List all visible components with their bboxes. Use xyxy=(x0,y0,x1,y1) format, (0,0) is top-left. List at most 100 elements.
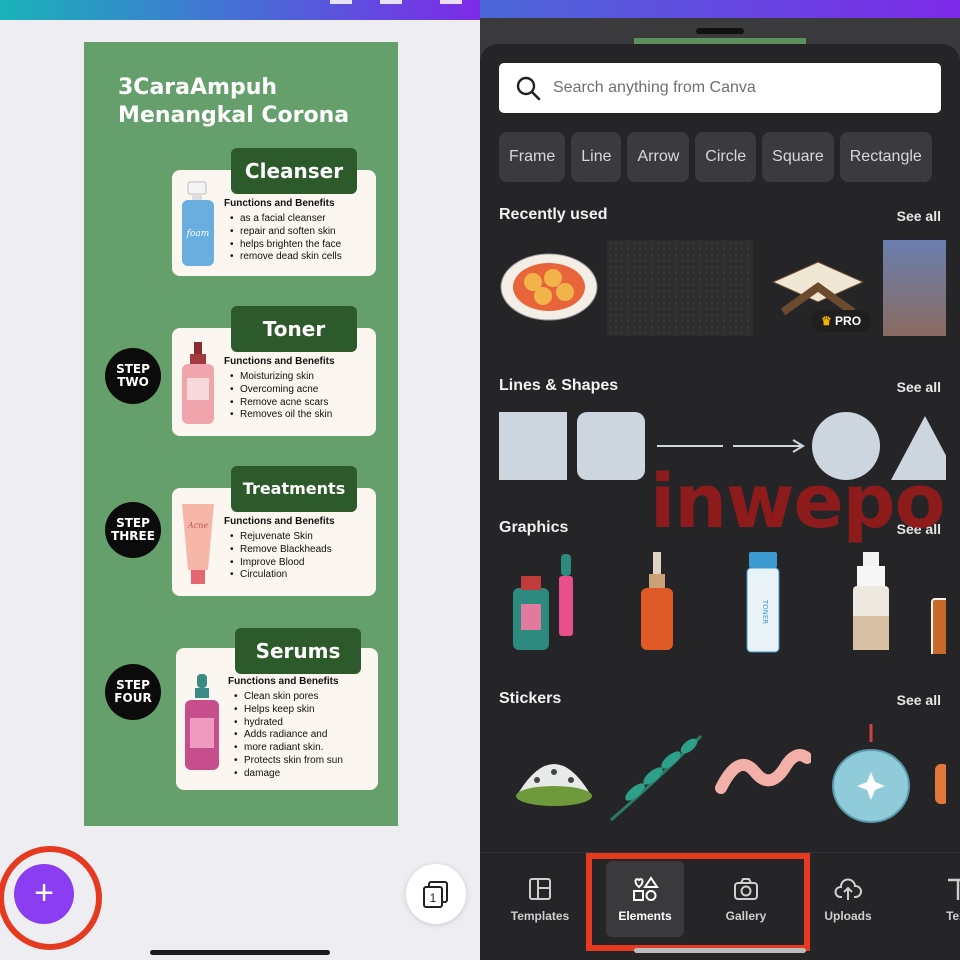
chip-frame[interactable]: Frame xyxy=(499,132,566,182)
benefit-item: Overcoming acne xyxy=(230,384,380,397)
undo-icon[interactable] xyxy=(330,0,352,4)
search-input[interactable]: Search anything from Canva xyxy=(499,63,941,113)
orange-dropper-bottle-graphic[interactable] xyxy=(637,550,677,654)
bottom-nav: Templates Elements Gallery Uploads Te xyxy=(480,852,960,960)
graphics-row: TONER xyxy=(499,550,946,654)
benefit-item: remove dead skin cells xyxy=(230,251,380,264)
top-app-bar xyxy=(480,0,960,18)
benefit-item: Rejuvenate Skin xyxy=(230,531,380,544)
functions-benefits-label: Functions and Benefits xyxy=(228,676,339,687)
toner-bottle-graphic[interactable]: TONER xyxy=(743,550,783,654)
functions-benefits-label: Functions and Benefits xyxy=(224,356,335,367)
nav-templates-label: Templates xyxy=(510,909,570,923)
toner-heading[interactable]: Toner xyxy=(231,306,357,352)
chip-circle[interactable]: Circle xyxy=(695,132,757,182)
step-four-badge[interactable]: STEP FOUR xyxy=(105,664,161,720)
text-icon xyxy=(948,878,960,900)
leaf-branch-sticker[interactable] xyxy=(605,732,705,824)
benefit-item: hydrated xyxy=(234,717,384,730)
templates-icon xyxy=(529,878,551,900)
chalkboard-thumbnail[interactable] xyxy=(607,240,753,336)
pro-label: PRO xyxy=(835,314,862,328)
chip-rectangle[interactable]: Rectangle xyxy=(839,132,932,182)
cloud-upload-icon xyxy=(834,878,862,900)
cleanser-heading[interactable]: Cleanser xyxy=(231,148,357,194)
nav-templates[interactable]: Templates xyxy=(502,853,578,939)
stickers-row xyxy=(499,724,946,824)
benefit-item: more radiant skin. xyxy=(234,742,384,755)
amber-bottle-graphic[interactable] xyxy=(931,598,946,654)
menu-icon[interactable] xyxy=(380,0,402,4)
editor-pane: 3CaraAmpuh Menangkal Corona foam Functio… xyxy=(0,0,480,960)
step-two-badge[interactable]: STEP TWO xyxy=(105,348,161,404)
sheet-drag-handle[interactable] xyxy=(696,28,744,34)
benefits-list: Moisturizing skin Overcoming acne Remove… xyxy=(230,371,380,422)
rounded-square-shape[interactable] xyxy=(577,412,645,480)
home-indicator xyxy=(150,950,330,955)
design-title-line-1: 3CaraAmpuh xyxy=(118,75,278,100)
step-number: THREE xyxy=(111,529,155,543)
share-icon[interactable] xyxy=(440,0,462,4)
cleanser-bottle-icon: foam xyxy=(182,181,214,266)
ornament-sticker[interactable] xyxy=(829,724,913,824)
benefit-item: Circulation xyxy=(230,569,380,582)
benefit-item: Removes oil the skin xyxy=(230,409,380,422)
toner-graphic-label: TONER xyxy=(761,599,769,624)
serum-bottles-graphic[interactable] xyxy=(509,550,581,654)
partial-sticker[interactable] xyxy=(935,764,946,804)
squiggle-sticker[interactable] xyxy=(715,748,811,798)
benefit-item: Clean skin pores xyxy=(234,691,384,704)
benefit-item: Remove Blackheads xyxy=(230,544,380,557)
benefit-item: Improve Blood xyxy=(230,557,380,570)
step-three-badge[interactable]: STEP THREE xyxy=(105,502,161,558)
functions-benefits-label: Functions and Benefits xyxy=(224,198,335,209)
food-plate-thumbnail[interactable] xyxy=(499,252,599,322)
nav-uploads[interactable]: Uploads xyxy=(810,853,886,939)
search-placeholder: Search anything from Canva xyxy=(553,79,756,96)
benefit-item: repair and soften skin xyxy=(230,226,380,239)
design-title-line-2: Menangkal Corona xyxy=(118,103,350,128)
step-number: FOUR xyxy=(114,691,152,705)
nav-text-label: Text xyxy=(946,909,960,923)
svg-text:foam: foam xyxy=(186,229,210,239)
nav-text[interactable]: Text xyxy=(920,853,960,939)
pages-button[interactable]: 1 xyxy=(406,864,466,924)
serums-heading[interactable]: Serums xyxy=(235,628,361,674)
lines-shapes-title: Lines & Shapes xyxy=(499,377,619,394)
lines-shapes-see-all[interactable]: See all xyxy=(897,379,941,395)
chip-square[interactable]: Square xyxy=(762,132,834,182)
benefit-item: Adds radiance and xyxy=(234,729,384,742)
pump-bottle-graphic[interactable] xyxy=(849,550,893,654)
recently-used-row: ♛ PRO xyxy=(499,240,946,336)
recently-used-see-all[interactable]: See all xyxy=(897,208,941,224)
benefits-list: Rejuvenate Skin Remove Blackheads Improv… xyxy=(230,531,380,582)
square-shape[interactable] xyxy=(499,412,567,480)
search-icon xyxy=(516,76,541,101)
line-shape[interactable] xyxy=(657,445,723,447)
benefit-item: Helps keep skin xyxy=(234,704,384,717)
plus-icon: + xyxy=(34,874,54,912)
pro-badge: ♛ PRO xyxy=(811,310,871,332)
chip-arrow[interactable]: Arrow xyxy=(627,132,690,182)
design-page[interactable]: 3CaraAmpuh Menangkal Corona foam Functio… xyxy=(84,42,398,826)
benefit-item: damage xyxy=(234,768,384,781)
treatments-heading[interactable]: Treatments xyxy=(231,466,357,512)
stickers-title: Stickers xyxy=(499,690,562,707)
ufo-sticker[interactable] xyxy=(513,742,595,812)
home-indicator xyxy=(634,948,806,953)
svg-text:Acne: Acne xyxy=(187,521,208,530)
top-app-bar xyxy=(0,0,480,20)
recently-used-title: Recently used xyxy=(499,206,608,223)
stickers-see-all[interactable]: See all xyxy=(897,692,941,708)
benefit-item: Remove acne scars xyxy=(230,397,380,410)
design-title[interactable]: 3CaraAmpuh Menangkal Corona xyxy=(118,74,388,130)
benefits-list: Clean skin pores Helps keep skin hydrate… xyxy=(234,691,384,781)
pages-icon: 1 xyxy=(423,881,448,908)
page-count: 1 xyxy=(430,891,437,905)
photo-thumbnail[interactable] xyxy=(883,240,946,336)
arrow-shape[interactable] xyxy=(733,436,805,456)
functions-benefits-label: Functions and Benefits xyxy=(224,516,335,527)
benefit-item: Protects skin from sun xyxy=(234,755,384,768)
add-button[interactable]: + xyxy=(14,864,74,924)
chip-line[interactable]: Line xyxy=(571,132,622,182)
